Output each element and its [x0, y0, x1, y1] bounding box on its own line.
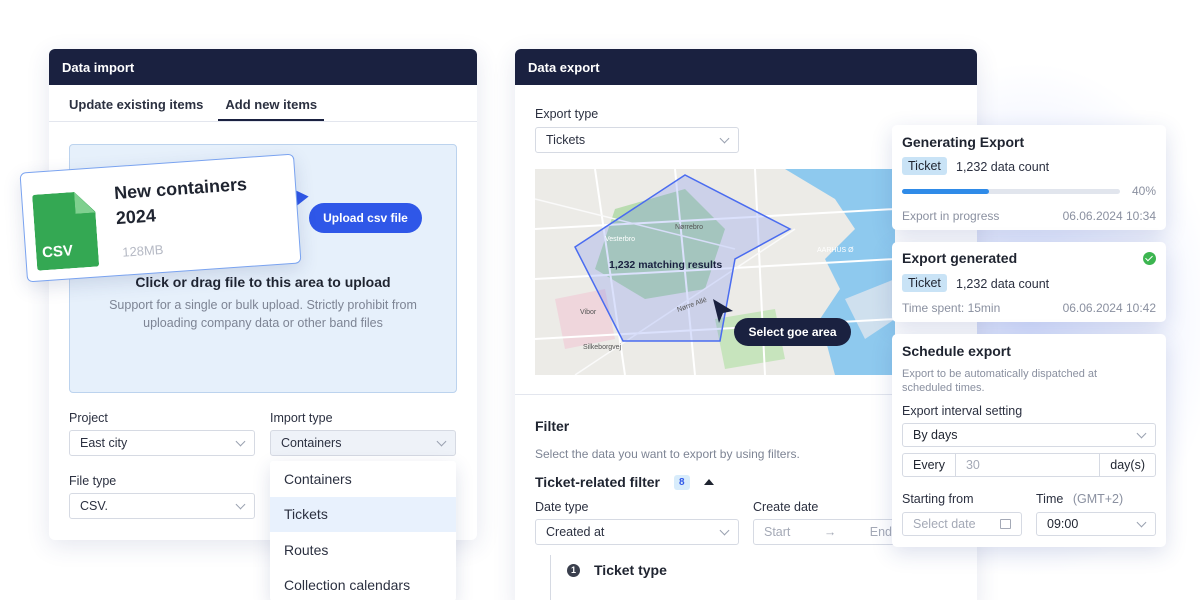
dropdown-option[interactable]: Containers: [270, 461, 456, 497]
chevron-down-icon: [1136, 428, 1147, 438]
time-select[interactable]: 09:00: [1036, 512, 1156, 536]
generated-title: Export generated: [902, 250, 1018, 266]
create-date-range[interactable]: Start → End: [753, 519, 903, 545]
file-card[interactable]: CSV New containers 2024 128MB: [19, 153, 302, 283]
schedule-subtitle: Export to be automatically dispatched at…: [902, 368, 1098, 394]
file-size: 128MB: [121, 241, 164, 260]
file-name: New containers 2024: [113, 173, 248, 229]
arrow-right-icon: →: [823, 525, 837, 539]
import-tabs: Update existing items Add new items: [49, 85, 477, 122]
export-panel-title: Data export: [515, 49, 977, 85]
csv-icon-label: CSV: [41, 242, 74, 262]
tab-update-existing[interactable]: Update existing items: [69, 85, 203, 121]
timezone-label: (GMT+2): [1072, 492, 1124, 506]
time-spent: Time spent: 15min: [902, 301, 1001, 315]
export-type-value: Tickets: [546, 133, 586, 147]
file-type-select[interactable]: CSV.: [69, 493, 255, 519]
date-type-value: Created at: [546, 525, 605, 539]
file-type-value: CSV.: [80, 499, 109, 513]
start-date-input[interactable]: Start: [764, 525, 790, 539]
export-type-select[interactable]: Tickets: [535, 127, 739, 153]
filter-subtitle: Select the data you want to export by us…: [535, 447, 800, 461]
dropdown-option[interactable]: Collection calendars: [270, 568, 456, 600]
import-type-value: Containers: [281, 436, 342, 450]
select-geo-area-button[interactable]: Select goe area: [734, 318, 851, 346]
chevron-down-icon: [1136, 517, 1147, 527]
generated-timestamp: 06.06.2024 10:42: [1062, 301, 1156, 315]
date-type-select[interactable]: Created at: [535, 519, 739, 545]
filter-count-badge: 8: [674, 474, 690, 490]
chevron-down-icon: [719, 525, 730, 535]
days-unit: day(s): [1099, 454, 1155, 476]
starting-label: Starting from: [902, 492, 974, 506]
import-panel-title: Data import: [49, 49, 477, 85]
timeline-line: [550, 555, 551, 600]
file-type-label: File type: [69, 474, 117, 488]
map-label: Vibor: [580, 309, 597, 316]
data-count: 1,232 data count: [956, 277, 1050, 291]
dropdown-option-selected[interactable]: Tickets: [270, 496, 456, 532]
dropzone-title: Click or drag file to this area to uploa…: [135, 274, 391, 290]
collapse-up-icon[interactable]: [703, 479, 714, 485]
ticket-filter-label: Ticket-related filter: [535, 474, 661, 490]
ticket-type-label: Ticket type: [594, 562, 667, 578]
map-label: AARHUS Ø: [817, 247, 854, 254]
step-number: 1: [567, 563, 580, 577]
time-label-row: Time (GMT+2): [1036, 492, 1123, 506]
map-label: Silkeborgvej: [583, 344, 622, 351]
import-type-label: Import type: [270, 411, 333, 425]
upload-csv-button[interactable]: Upload csv file: [309, 203, 422, 233]
generating-export-card: Generating Export Ticket 1,232 data coun…: [892, 125, 1166, 230]
import-type-select[interactable]: Containers: [270, 430, 456, 456]
data-count: 1,232 data count: [956, 160, 1050, 174]
import-type-dropdown: Containers Tickets Routes Collection cal…: [270, 461, 456, 600]
ticket-filter-header[interactable]: Ticket-related filter 8: [535, 474, 714, 490]
progress-percent: 40%: [1131, 184, 1156, 198]
export-timestamp: 06.06.2024 10:34: [1062, 209, 1156, 223]
every-days-input[interactable]: 30: [956, 458, 1099, 472]
project-select[interactable]: East city: [69, 430, 255, 456]
filter-title: Filter: [535, 418, 570, 434]
export-progress-bar: [902, 189, 1120, 194]
calendar-icon: [1000, 519, 1011, 529]
interval-select[interactable]: By days: [902, 423, 1156, 447]
dropzone-subtitle: Support for a single or bulk upload. Str…: [109, 298, 417, 330]
export-status: Export in progress: [902, 209, 1000, 223]
every-input-group: Every 30 day(s): [902, 453, 1156, 477]
progress-fill: [902, 189, 990, 194]
interval-label: Export interval setting: [902, 404, 1023, 418]
project-label: Project: [69, 411, 108, 425]
select-date-placeholder: Select date: [913, 517, 976, 531]
chevron-down-icon: [436, 436, 447, 446]
schedule-title: Schedule export: [902, 343, 1011, 359]
every-label: Every: [903, 454, 956, 476]
ticket-pill: Ticket: [902, 274, 947, 292]
date-type-label: Date type: [535, 500, 589, 514]
interval-value: By days: [913, 428, 958, 442]
dropdown-option[interactable]: Routes: [270, 532, 456, 568]
export-generated-card[interactable]: Export generated Ticket 1,232 data count…: [892, 242, 1166, 322]
map-label: Nørrebro: [675, 224, 703, 231]
project-value: East city: [80, 436, 128, 450]
time-label: Time: [1036, 492, 1064, 506]
time-value: 09:00: [1047, 517, 1079, 531]
end-date-input[interactable]: End: [870, 525, 892, 539]
export-type-label: Export type: [535, 107, 599, 121]
tab-add-new[interactable]: Add new items: [218, 85, 325, 121]
start-date-picker[interactable]: Select date: [902, 512, 1022, 536]
schedule-export-card: Schedule export Export to be automatical…: [892, 334, 1166, 547]
check-circle-icon: [1143, 252, 1156, 265]
map-results-label: 1,232 matching results: [609, 259, 722, 271]
chevron-down-icon: [235, 499, 246, 509]
chevron-down-icon: [235, 436, 246, 446]
generating-title: Generating Export: [902, 134, 1025, 150]
ticket-type-row: 1 Ticket type: [567, 562, 667, 578]
map-label: Vesterbro: [605, 236, 635, 243]
ticket-pill: Ticket: [902, 157, 947, 175]
create-date-label: Create date: [753, 500, 819, 514]
chevron-down-icon: [719, 133, 730, 143]
